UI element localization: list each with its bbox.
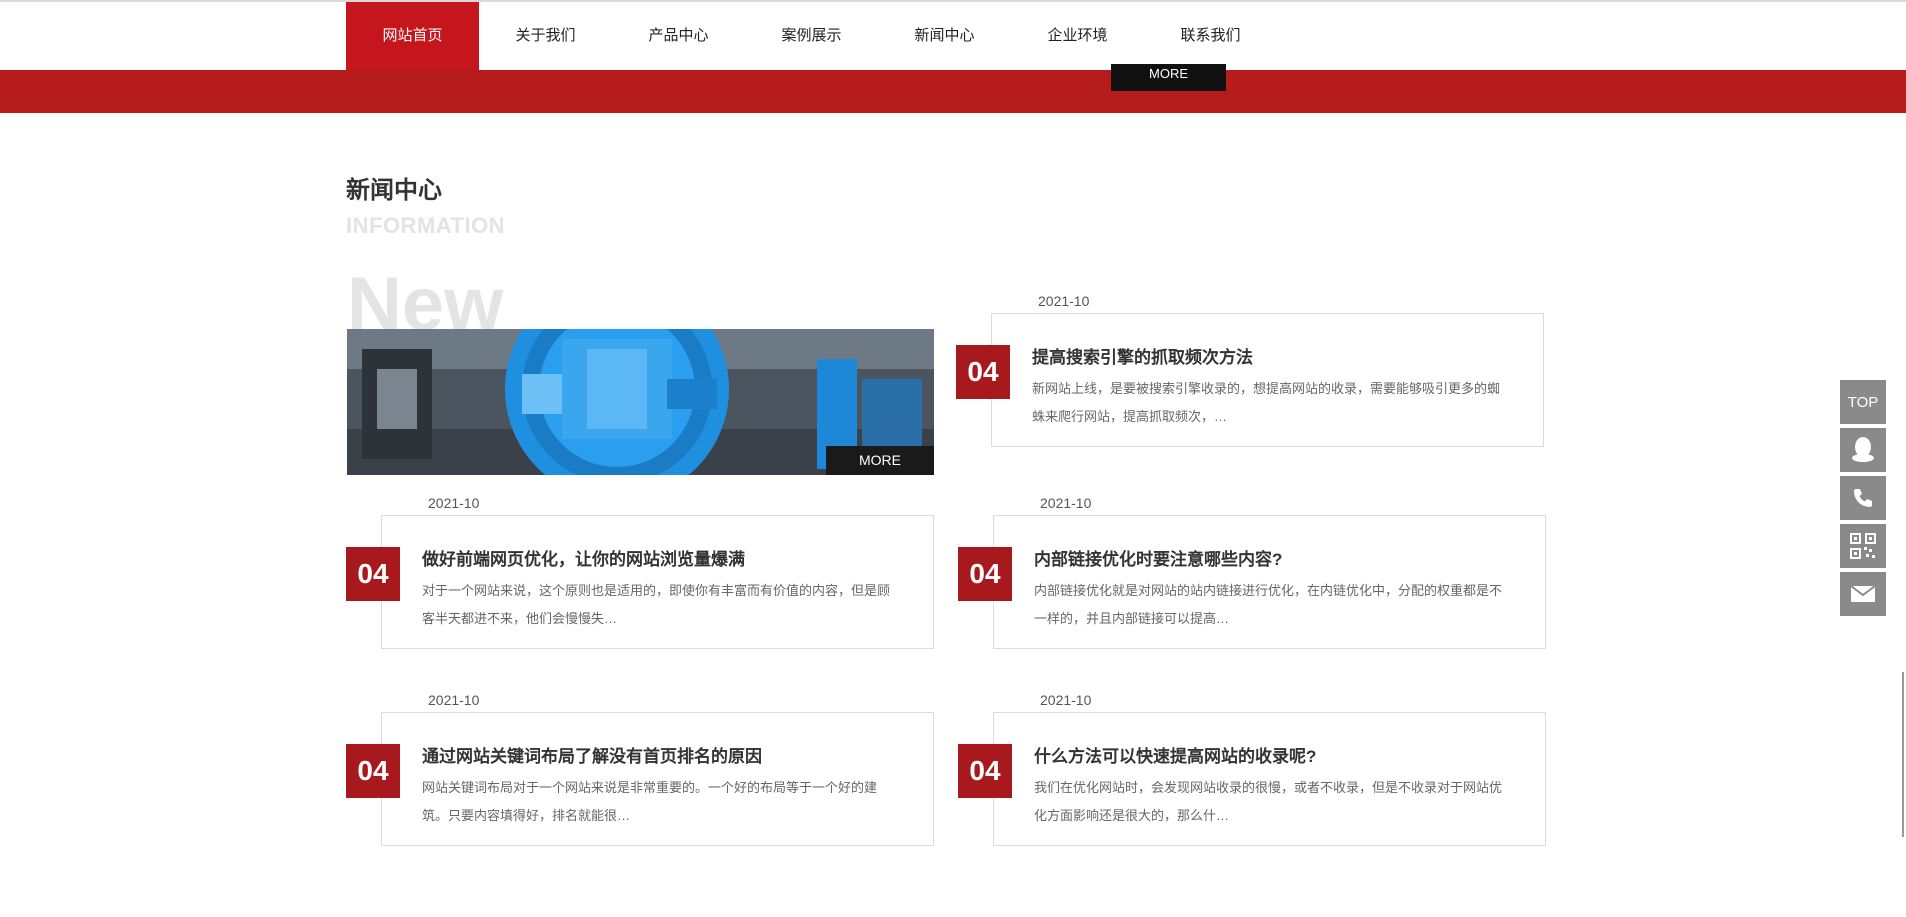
news-title[interactable]: 通过网站关键词布局了解没有首页排名的原因 (422, 742, 762, 767)
scrollbar-thumb[interactable] (1902, 672, 1904, 837)
nav-item-contact[interactable]: 联系我们 (1144, 2, 1277, 70)
news-number-badge: 04 (346, 547, 400, 601)
news-number-badge: 04 (958, 744, 1012, 798)
news-card[interactable]: 2021-10 04 通过网站关键词布局了解没有首页排名的原因 网站关键词布局对… (346, 692, 934, 855)
section-subtitle: INFORMATION (346, 213, 506, 238)
floating-sidebar: TOP (1840, 380, 1886, 620)
news-summary: 网站关键词布局对于一个网站来说是非常重要的。一个好的布局等于一个好的建筑。只要内… (422, 780, 878, 823)
red-banner-strip (0, 70, 1906, 113)
news-date: 2021-10 (428, 495, 480, 511)
news-title[interactable]: 做好前端网页优化，让你的网站浏览量爆满 (422, 545, 745, 570)
section-title: 新闻中心 (346, 177, 442, 204)
back-to-top-button[interactable]: TOP (1840, 380, 1886, 424)
phone-icon (1854, 489, 1872, 507)
featured-more-button[interactable]: MORE (826, 446, 934, 475)
news-card[interactable]: 2021-10 04 做好前端网页优化，让你的网站浏览量爆满 对于一个网站来说，… (346, 495, 934, 658)
nav-item-about[interactable]: 关于我们 (479, 2, 612, 70)
news-summary: 我们在优化网站时，会发现网站收录的很慢，或者不收录，但是不收录对于网站优化方面影… (1034, 780, 1503, 823)
news-date: 2021-10 (1040, 692, 1092, 708)
nav-item-environment[interactable]: 企业环境 (1011, 2, 1144, 70)
banner-more-label: MORE (1149, 66, 1188, 81)
mail-icon (1850, 585, 1876, 602)
news-date: 2021-10 (1040, 495, 1092, 511)
news-summary: 内部链接优化就是对网站的站内链接进行优化，在内链优化中，分配的权重都是不一样的，… (1034, 583, 1503, 626)
nav-item-products[interactable]: 产品中心 (612, 2, 745, 70)
news-title[interactable]: 提高搜索引擎的抓取频次方法 (1032, 343, 1253, 368)
featured-news: New (347, 259, 934, 475)
banner-more-button[interactable]: MORE (1111, 64, 1226, 91)
phone-button[interactable] (1840, 476, 1886, 520)
news-number-badge: 04 (958, 547, 1012, 601)
qq-button[interactable] (1840, 428, 1886, 472)
mail-button[interactable] (1840, 572, 1886, 616)
nav-item-cases[interactable]: 案例展示 (745, 2, 878, 70)
nav-item-home[interactable]: 网站首页 (346, 2, 479, 70)
main-nav: 网站首页 关于我们 产品中心 案例展示 新闻中心 企业环境 联系我们 (0, 2, 1906, 70)
news-date: 2021-10 (428, 692, 480, 708)
news-card[interactable]: 2021-10 04 内部链接优化时要注意哪些内容? 内部链接优化就是对网站的站… (958, 495, 1546, 658)
news-summary: 新网站上线，是要被搜索引擎收录的，想提高网站的收录，需要能够吸引更多的蜘蛛来爬行… (1032, 381, 1501, 424)
news-date: 2021-10 (1038, 293, 1090, 309)
news-card[interactable]: 2021-10 04 提高搜索引擎的抓取频次方法 新网站上线，是要被搜索引擎收录… (956, 293, 1544, 456)
news-title[interactable]: 什么方法可以快速提高网站的收录呢? (1034, 742, 1316, 767)
news-number-badge: 04 (956, 345, 1010, 399)
news-card[interactable]: 2021-10 04 什么方法可以快速提高网站的收录呢? 我们在优化网站时，会发… (958, 692, 1546, 855)
nav-items: 网站首页 关于我们 产品中心 案例展示 新闻中心 企业环境 联系我们 (346, 2, 1277, 70)
qq-icon (1852, 437, 1874, 462)
qrcode-button[interactable] (1840, 524, 1886, 568)
news-title[interactable]: 内部链接优化时要注意哪些内容? (1034, 545, 1282, 570)
news-number-badge: 04 (346, 744, 400, 798)
news-summary: 对于一个网站来说，这个原则也是适用的，即使你有丰富而有价值的内容，但是顾客半天都… (422, 583, 891, 626)
nav-item-news[interactable]: 新闻中心 (878, 2, 1011, 70)
qrcode-icon (1850, 533, 1876, 559)
